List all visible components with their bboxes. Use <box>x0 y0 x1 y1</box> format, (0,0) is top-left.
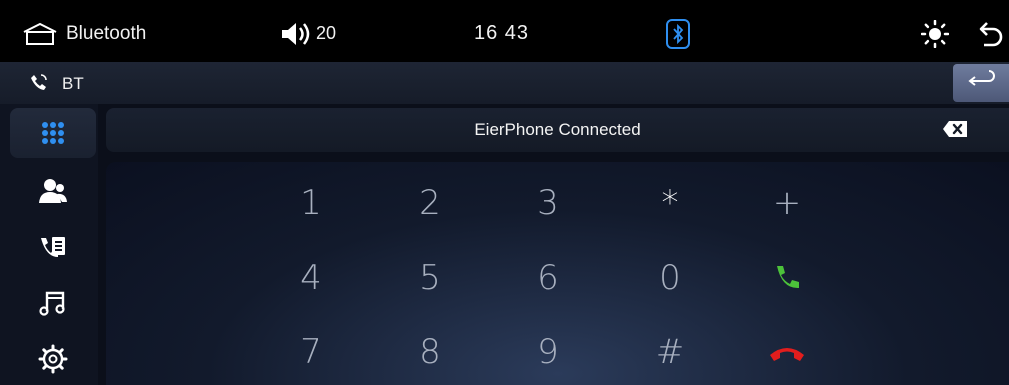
sidebar-item-call-log[interactable] <box>10 224 96 274</box>
connection-status-panel: EierPhone Connected <box>106 108 1009 152</box>
key-1[interactable]: 1 <box>266 173 356 233</box>
contacts-icon <box>39 179 67 203</box>
key-8[interactable]: 8 <box>385 322 475 382</box>
return-icon <box>968 70 995 86</box>
key-4[interactable]: 4 <box>266 248 356 308</box>
sidebar-item-settings[interactable] <box>10 334 96 384</box>
app-title: Bluetooth <box>66 23 147 44</box>
sidebar-item-contacts[interactable] <box>10 166 96 216</box>
settings-icon <box>38 344 68 374</box>
volume-icon[interactable] <box>280 20 314 48</box>
backspace-icon[interactable] <box>942 120 968 138</box>
call-icon <box>777 266 799 289</box>
back-arrow-icon[interactable] <box>978 20 1004 48</box>
brightness-icon[interactable] <box>921 20 949 48</box>
dialpad-icon <box>42 122 64 144</box>
bluetooth-icon <box>666 19 690 49</box>
volume-level: 20 <box>316 23 337 43</box>
key-5[interactable]: 5 <box>385 248 475 308</box>
key-2[interactable]: 2 <box>385 173 475 233</box>
clock: 16 43 <box>474 22 530 44</box>
call-button[interactable] <box>742 248 832 308</box>
key-0[interactable]: 0 <box>625 248 715 308</box>
connection-status-text: EierPhone Connected <box>474 120 641 139</box>
key-6[interactable]: 6 <box>503 248 593 308</box>
key-3[interactable]: 3 <box>503 173 593 233</box>
call-log-icon <box>41 237 65 257</box>
sub-header-title: BT <box>62 74 84 93</box>
key-hash[interactable]: # <box>625 322 715 382</box>
sidebar-item-dialpad[interactable] <box>10 108 96 158</box>
home-icon[interactable] <box>22 22 58 46</box>
hangup-icon <box>770 348 804 361</box>
sidebar <box>0 104 98 385</box>
key-9[interactable]: 9 <box>503 322 593 382</box>
return-button[interactable] <box>953 64 1009 102</box>
key-plus[interactable]: + <box>742 173 832 233</box>
dial-keypad: 1 2 3 * + 4 5 6 0 7 8 9 # <box>106 162 1009 385</box>
sidebar-item-music[interactable] <box>10 278 96 328</box>
music-icon <box>39 291 65 316</box>
top-status-bar: Bluetooth 20 16 43 <box>0 0 1009 62</box>
key-star[interactable]: * <box>625 173 715 233</box>
phone-icon <box>31 74 47 90</box>
hangup-button[interactable] <box>742 322 832 382</box>
key-7[interactable]: 7 <box>266 322 356 382</box>
sub-header-bar <box>0 62 1009 104</box>
